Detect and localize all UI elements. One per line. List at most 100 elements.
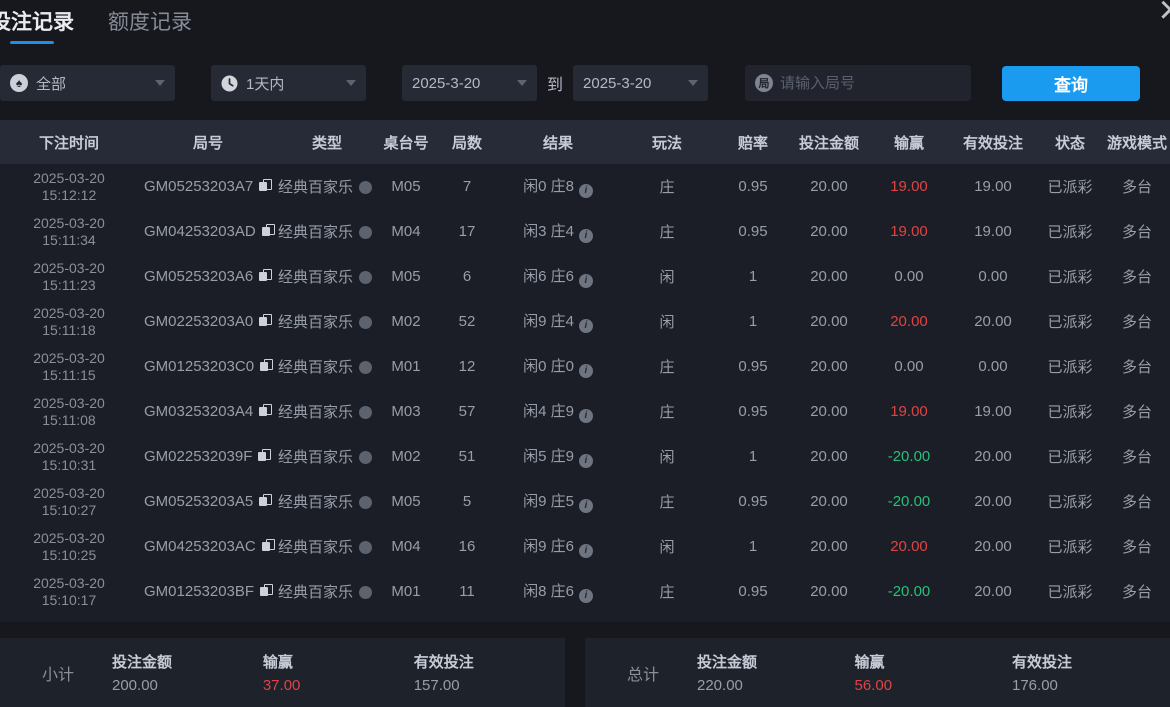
video-icon[interactable] xyxy=(359,181,372,194)
col-play: 玩法 xyxy=(618,120,716,164)
date-to-value: 2025-3-20 xyxy=(583,75,651,92)
round-id-text: GM05253203A5 xyxy=(144,493,253,510)
result-cell: 闲4 庄9 i xyxy=(498,389,618,434)
copy-icon[interactable] xyxy=(258,449,270,462)
video-icon[interactable] xyxy=(359,451,372,464)
date-to-select[interactable]: 2025-3-20 xyxy=(573,65,708,101)
result-text: 闲6 庄6 xyxy=(523,268,574,285)
video-icon[interactable] xyxy=(359,541,372,554)
status-cell: 已派彩 xyxy=(1036,479,1104,524)
copy-icon[interactable] xyxy=(259,314,271,327)
table-row[interactable]: 2025-03-2015:11:34 GM04253203AD 经典百家乐 M0… xyxy=(0,209,1170,254)
game-type-cell: 经典百家乐 xyxy=(278,209,376,254)
video-icon[interactable] xyxy=(359,226,372,239)
info-icon[interactable]: i xyxy=(579,319,593,333)
table-row[interactable]: 2025-03-2015:11:08 GM03253203A4 经典百家乐 M0… xyxy=(0,389,1170,434)
info-icon[interactable]: i xyxy=(579,274,593,288)
status-cell: 已派彩 xyxy=(1036,434,1104,479)
result-text: 闲3 庄4 xyxy=(523,223,574,240)
result-text: 闲4 庄9 xyxy=(523,403,574,420)
bet-time-cell: 2025-03-2015:12:12 xyxy=(0,164,138,209)
col-bet-time: 下注时间 xyxy=(0,120,138,164)
copy-icon[interactable] xyxy=(259,269,271,282)
bet-time-cell: 2025-03-2015:11:08 xyxy=(0,389,138,434)
table-row[interactable]: 2025-03-2015:11:18 GM02253203A0 经典百家乐 M0… xyxy=(0,299,1170,344)
date-from-select[interactable]: 2025-3-20 xyxy=(402,65,537,101)
video-icon[interactable] xyxy=(359,496,372,509)
table-body: 2025-03-2015:12:12 GM05253203A7 经典百家乐 M0… xyxy=(0,164,1170,614)
game-type-cell: 经典百家乐 xyxy=(278,524,376,569)
info-icon[interactable]: i xyxy=(579,229,593,243)
winloss-cell: 20.00 xyxy=(868,524,950,569)
game-mode-cell: 多台 xyxy=(1104,479,1170,524)
game-mode-cell: 多台 xyxy=(1104,299,1170,344)
winloss-cell: 0.00 xyxy=(868,344,950,389)
result-cell: 闲3 庄4 i xyxy=(498,209,618,254)
info-icon[interactable]: i xyxy=(579,409,593,423)
result-cell: 闲8 庄6i xyxy=(498,569,618,614)
table-row[interactable]: 2025-03-2015:11:23 GM05253203A6 经典百家乐 M0… xyxy=(0,254,1170,299)
table-row[interactable]: 2025-03-2015:10:31 GM022532039F 经典百家乐 M0… xyxy=(0,434,1170,479)
copy-icon[interactable] xyxy=(259,179,271,192)
round-id-input[interactable] xyxy=(780,75,961,92)
table-row[interactable]: 2025-03-2015:10:25 GM04253203AC 经典百家乐 M0… xyxy=(0,524,1170,569)
info-icon[interactable]: i xyxy=(579,454,593,468)
round-id-text: GM03253203A4 xyxy=(144,403,253,420)
col-valid-bet: 有效投注 xyxy=(950,120,1036,164)
copy-icon[interactable] xyxy=(260,584,272,597)
video-icon[interactable] xyxy=(359,361,372,374)
table-row[interactable]: 2025-03-2015:10:27 GM05253203A5 经典百家乐 M0… xyxy=(0,479,1170,524)
play-cell: 庄 xyxy=(618,479,716,524)
table-row[interactable]: 2025-03-2015:12:12 GM05253203A7 经典百家乐 M0… xyxy=(0,164,1170,209)
amount-cell: 20.00 xyxy=(790,344,868,389)
tab-quota-records[interactable]: 额度记录 xyxy=(108,6,192,44)
col-game-mode: 游戏模式 xyxy=(1104,120,1170,164)
copy-icon[interactable] xyxy=(262,539,274,552)
tab-bet-records[interactable]: 投注记录 xyxy=(0,6,74,44)
info-icon[interactable]: i xyxy=(579,544,593,558)
video-icon[interactable] xyxy=(359,271,372,284)
play-cell: 庄 xyxy=(618,164,716,209)
game-type-value: 全部 xyxy=(36,73,66,94)
video-icon[interactable] xyxy=(359,406,372,419)
video-icon[interactable] xyxy=(359,316,372,329)
copy-icon[interactable] xyxy=(259,494,271,507)
round-id-text: GM05253203A6 xyxy=(144,268,253,285)
col-amount: 投注金额 xyxy=(790,120,868,164)
info-icon[interactable]: i xyxy=(579,364,593,378)
rounds-cell: 7 xyxy=(436,164,498,209)
rounds-cell: 12 xyxy=(436,344,498,389)
game-type-select[interactable]: ♠ 全部 xyxy=(0,65,175,101)
result-cell: 闲0 庄8i xyxy=(498,164,618,209)
game-type-text: 经典百家乐 xyxy=(278,539,353,556)
info-icon[interactable]: i xyxy=(579,589,593,603)
game-type-cell: 经典百家乐 xyxy=(278,299,376,344)
copy-icon[interactable] xyxy=(260,359,272,372)
time-range-select[interactable]: 1天内 xyxy=(211,65,366,101)
table-no-cell: M05 xyxy=(376,479,436,524)
search-button[interactable]: 查询 xyxy=(1002,66,1140,101)
valid-bet-cell: 19.00 xyxy=(950,164,1036,209)
game-type-text: 经典百家乐 xyxy=(278,359,353,376)
round-id-search[interactable]: 局 xyxy=(745,65,971,101)
game-mode-cell: 多台 xyxy=(1104,389,1170,434)
bet-time-cell: 2025-03-2015:10:31 xyxy=(0,434,138,479)
chevron-down-icon xyxy=(688,80,698,86)
winloss-cell: -20.00 xyxy=(868,479,950,524)
winloss-cell: -20.00 xyxy=(868,434,950,479)
status-cell: 已派彩 xyxy=(1036,209,1104,254)
round-id-cell: GM04253203AC xyxy=(138,524,278,569)
game-mode-cell: 多台 xyxy=(1104,344,1170,389)
subtotal-amount: 投注金额 200.00 xyxy=(112,651,263,694)
col-table-no: 桌台号 xyxy=(376,120,436,164)
info-icon[interactable]: i xyxy=(579,184,593,198)
table-row[interactable]: 2025-03-2015:10:17 GM01253203BF 经典百家乐 M0… xyxy=(0,569,1170,614)
info-icon[interactable]: i xyxy=(579,499,593,513)
close-icon[interactable]: × xyxy=(1159,0,1170,30)
video-icon[interactable] xyxy=(359,586,372,599)
copy-icon[interactable] xyxy=(259,404,271,417)
table-row[interactable]: 2025-03-2015:11:15 GM01253203C0 经典百家乐 M0… xyxy=(0,344,1170,389)
copy-icon[interactable] xyxy=(262,224,274,237)
winloss-cell: 19.00 xyxy=(868,164,950,209)
odds-cell: 1 xyxy=(716,299,790,344)
